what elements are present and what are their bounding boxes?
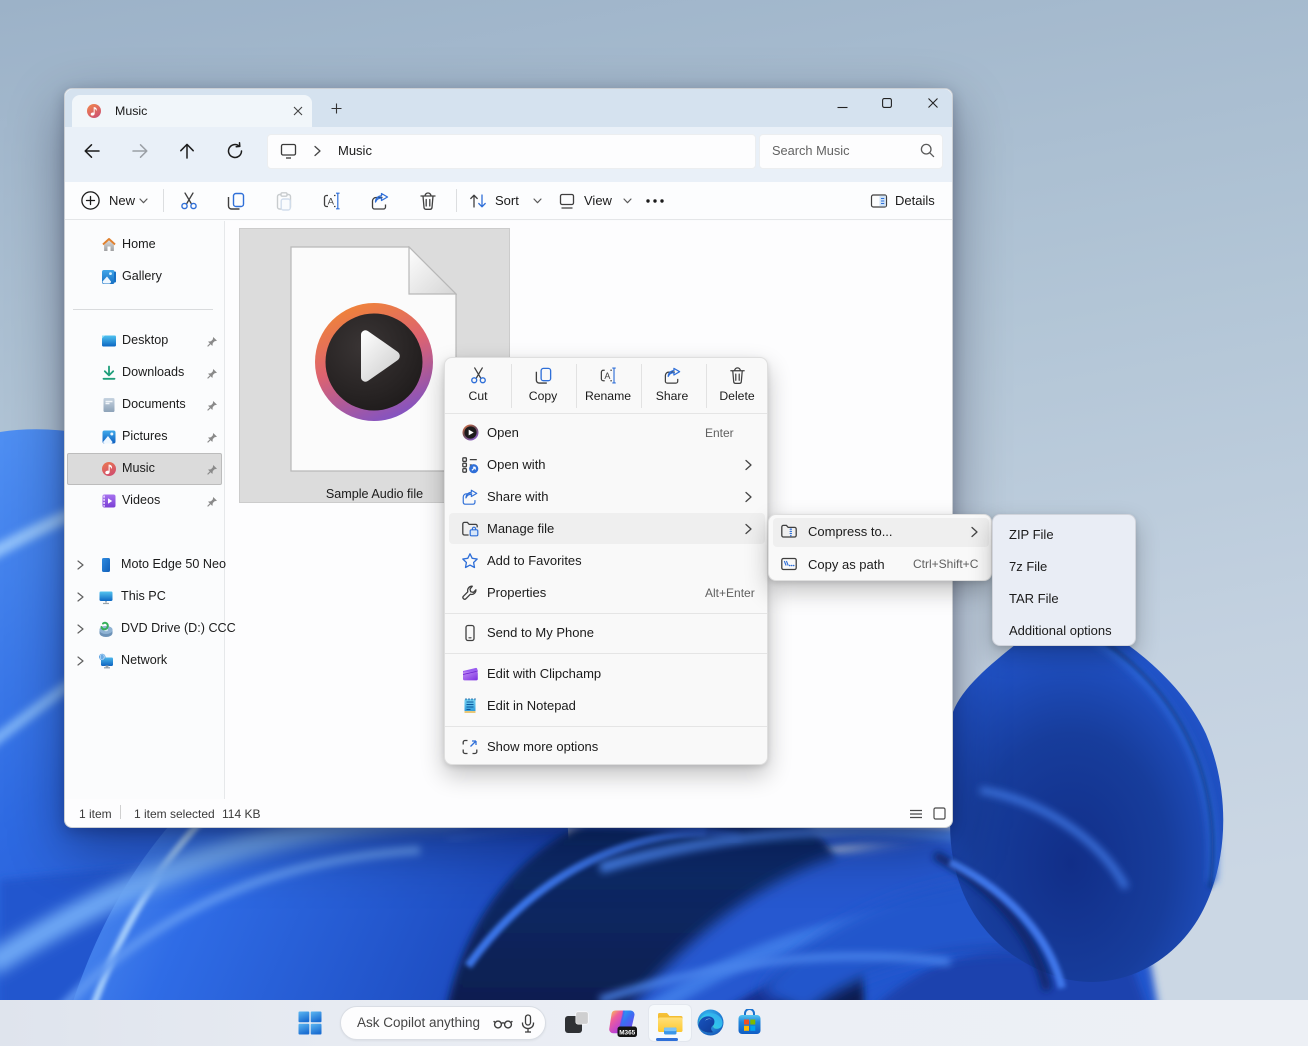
svg-text:A: A <box>328 197 335 208</box>
svg-text:M365: M365 <box>619 1029 635 1036</box>
svg-text:A: A <box>604 371 610 381</box>
